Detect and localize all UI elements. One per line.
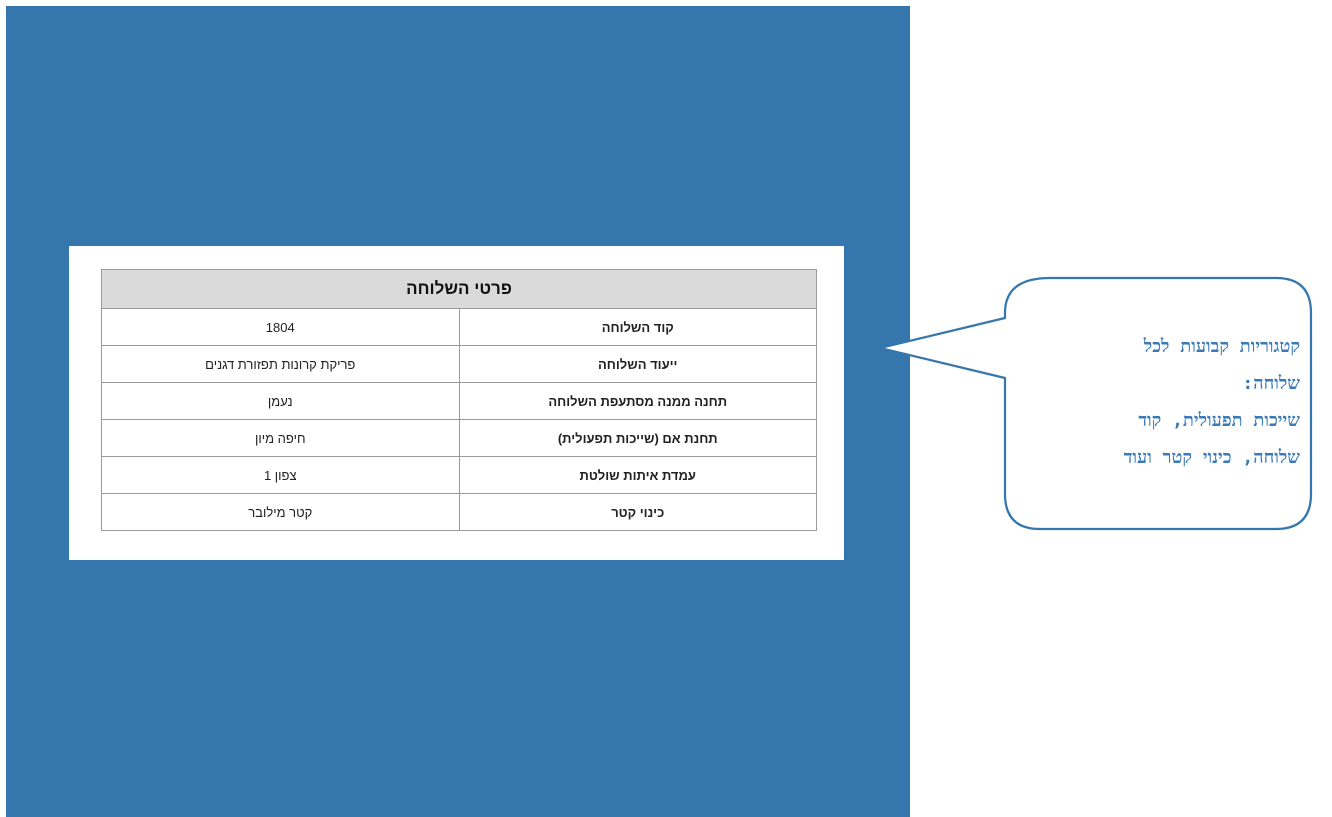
row-value: פריקת קרונות תפזורת דגנים — [101, 345, 460, 383]
row-label: קוד השלוחה — [458, 308, 817, 346]
row-value: 1804 — [101, 308, 460, 346]
details-card: פרטי השלוחה קוד השלוחה 1804 ייעוד השלוחה… — [69, 246, 844, 560]
table-row: תחנה ממנה מסתעפת השלוחה נעמן — [101, 382, 817, 420]
table-title: פרטי השלוחה — [101, 269, 817, 309]
row-value: חיפה מיון — [101, 419, 460, 457]
row-label: כינוי קטר — [458, 493, 817, 531]
row-value: נעמן — [101, 382, 460, 420]
callout-text: קטגוריות קבועות לכל שלוחה: שייכות תפעולי… — [1005, 328, 1300, 476]
row-label: תחנה ממנה מסתעפת השלוחה — [458, 382, 817, 420]
details-table: פרטי השלוחה קוד השלוחה 1804 ייעוד השלוחה… — [101, 269, 817, 531]
table-row: עמדת איתות שולטת צפון 1 — [101, 456, 817, 494]
table-row: ייעוד השלוחה פריקת קרונות תפזורת דגנים — [101, 345, 817, 383]
row-value: צפון 1 — [101, 456, 460, 494]
row-label: תחנת אם (שייכות תפעולית) — [458, 419, 817, 457]
row-value: קטר מילובר — [101, 493, 460, 531]
table-row: תחנת אם (שייכות תפעולית) חיפה מיון — [101, 419, 817, 457]
callout-line: שלוחה, כינוי קטר ועוד — [1123, 447, 1300, 468]
row-label: עמדת איתות שולטת — [458, 456, 817, 494]
callout-line: שייכות תפעולית, קוד — [1138, 410, 1300, 431]
row-label: ייעוד השלוחה — [458, 345, 817, 383]
table-row: כינוי קטר קטר מילובר — [101, 493, 817, 531]
callout-line: קטגוריות קבועות לכל — [1143, 336, 1300, 357]
table-row: קוד השלוחה 1804 — [101, 308, 817, 346]
callout-line: שלוחה: — [1242, 373, 1300, 394]
